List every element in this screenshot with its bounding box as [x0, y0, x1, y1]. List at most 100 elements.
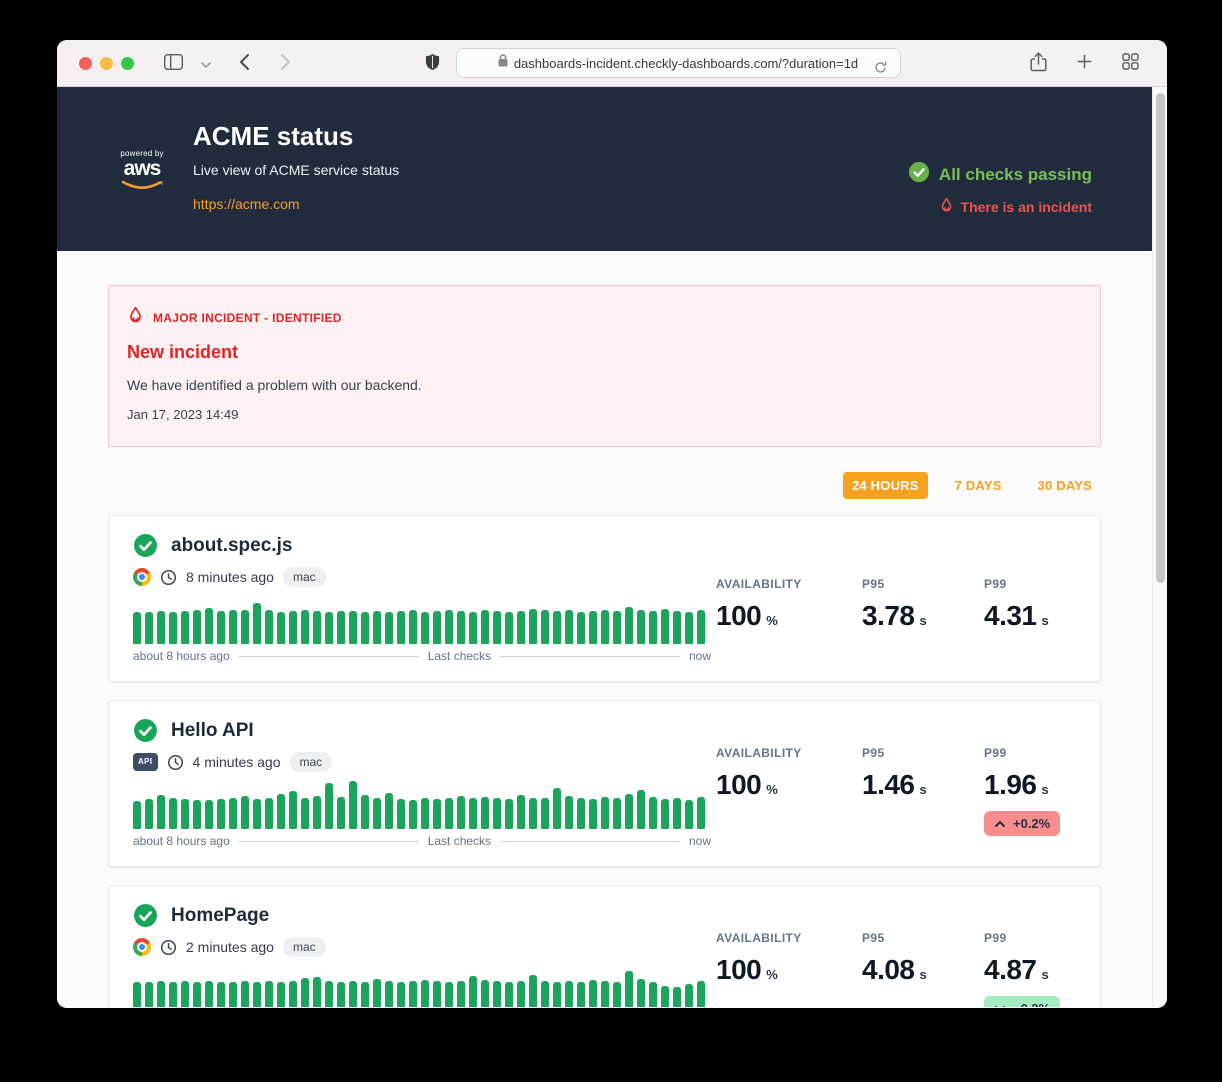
stat-p95-unit: s	[920, 782, 927, 797]
p99-delta-badge: −0.2%	[984, 996, 1060, 1007]
scrollbar-thumb[interactable]	[1156, 93, 1165, 583]
range-tab-30-days[interactable]: 30 DAYS	[1029, 472, 1101, 499]
check-stats: AVAILABILITY100%P953.78sP994.31s	[716, 577, 1076, 663]
chart-end-label: now	[689, 834, 711, 848]
check-result-bar	[145, 982, 153, 1007]
check-result-bar	[673, 987, 681, 1007]
forward-button[interactable]	[276, 49, 295, 78]
check-result-bar	[445, 982, 453, 1007]
stat-availability-value: 100	[716, 600, 761, 632]
stat-availability-value-row: 100%	[716, 769, 832, 801]
check-result-bar	[553, 788, 561, 829]
stat-p95-label: P95	[862, 577, 954, 591]
check-result-bar	[145, 612, 153, 644]
check-result-bar	[469, 798, 477, 829]
sidebar-menu-button[interactable]	[197, 52, 215, 75]
check-result-bar	[133, 982, 141, 1007]
back-button[interactable]	[235, 49, 254, 78]
tab-overview-button[interactable]	[1118, 49, 1143, 77]
stat-p99-value: 1.96	[984, 769, 1037, 801]
check-results-bar-chart	[133, 781, 711, 829]
all-checks-passing-status: All checks passing	[908, 161, 1092, 188]
check-result-bar	[373, 611, 381, 644]
stat-p99: P991.96s+0.2%	[984, 746, 1076, 848]
check-result-bar	[193, 610, 201, 644]
check-result-bar	[253, 603, 261, 644]
check-result-bar	[685, 984, 693, 1007]
share-button[interactable]	[1026, 48, 1051, 79]
reload-button[interactable]	[870, 57, 891, 81]
chrome-browser-icon	[133, 568, 151, 586]
check-result-bar	[505, 799, 513, 829]
grid-icon	[1122, 53, 1139, 73]
check-result-bar	[265, 798, 273, 829]
check-result-bar	[217, 611, 225, 644]
check-result-bar	[241, 981, 249, 1007]
check-result-bar	[325, 981, 333, 1007]
browser-toolbar: dashboards-incident.checkly-dashboards.c…	[57, 40, 1167, 87]
check-meta-row: 8 minutes agomac	[133, 567, 711, 587]
check-result-bar	[697, 610, 705, 644]
close-window-button[interactable]	[79, 57, 92, 70]
zoom-window-button[interactable]	[121, 57, 134, 70]
company-link[interactable]: https://acme.com	[193, 196, 300, 212]
new-tab-button[interactable]	[1073, 50, 1096, 76]
check-result-bar	[589, 611, 597, 644]
minimize-window-button[interactable]	[100, 57, 113, 70]
chevron-down-icon	[201, 56, 211, 71]
check-result-bar	[277, 794, 285, 829]
check-result-bar	[253, 799, 261, 829]
range-tab-24-hours[interactable]: 24 HOURS	[843, 472, 928, 499]
check-result-bar	[481, 610, 489, 644]
incident-indicator-label: There is an incident	[961, 199, 1092, 215]
range-tab-7-days[interactable]: 7 DAYS	[946, 472, 1011, 499]
stat-p99-unit: s	[1042, 613, 1049, 628]
check-result-bar	[481, 980, 489, 1007]
check-result-bar	[409, 610, 417, 644]
p99-delta-label: +0.2%	[1013, 816, 1050, 831]
sidebar-toggle-button[interactable]	[160, 50, 187, 77]
check-result-bar	[661, 986, 669, 1007]
check-result-bar	[433, 799, 441, 829]
flame-icon	[127, 306, 144, 330]
stat-availability-value-row: 100%	[716, 600, 832, 632]
location-badge: mac	[290, 752, 333, 772]
checks-list: about.spec.js8 minutes agomacabout 8 hou…	[108, 515, 1101, 1007]
check-result-bar	[265, 610, 273, 644]
check-result-bar	[229, 798, 237, 829]
check-result-bar	[637, 610, 645, 644]
location-badge: mac	[283, 567, 326, 587]
check-result-bar	[337, 797, 345, 829]
chart-end-label: now	[689, 649, 711, 663]
check-result-bar	[289, 981, 297, 1007]
aws-brand-label: aws	[117, 158, 167, 179]
aws-smile-icon	[120, 179, 164, 196]
check-result-bar	[253, 982, 261, 1007]
stat-availability-unit: %	[766, 782, 778, 797]
check-result-bar	[649, 611, 657, 644]
check-result-bar	[613, 982, 621, 1007]
stat-p99-value: 4.31	[984, 600, 1037, 632]
check-passing-icon	[133, 718, 158, 743]
check-result-bar	[337, 611, 345, 644]
incident-indicator-link[interactable]: There is an incident	[939, 197, 1092, 217]
check-result-bar	[301, 978, 309, 1007]
page-viewport: powered by aws ACME status Live view of …	[57, 87, 1167, 1007]
privacy-report-button[interactable]	[421, 49, 444, 78]
stat-p99-value-row: 4.87s	[984, 954, 1076, 986]
check-result-bar	[661, 799, 669, 829]
check-result-bar	[133, 801, 141, 829]
stat-p95: P953.78s	[862, 577, 954, 663]
check-result-bar	[649, 982, 657, 1007]
address-bar[interactable]: dashboards-incident.checkly-dashboards.c…	[456, 48, 901, 78]
stat-p95-value-row: 4.08s	[862, 954, 954, 986]
check-result-bar	[685, 612, 693, 644]
incident-timestamp: Jan 17, 2023 14:49	[127, 407, 1082, 422]
check-result-bar	[397, 611, 405, 644]
stat-p95-value: 1.46	[862, 769, 915, 801]
scrollbar-track[interactable]	[1152, 87, 1167, 1007]
check-result-bar	[157, 611, 165, 644]
stat-availability-label: AVAILABILITY	[716, 577, 832, 591]
check-result-bar	[637, 979, 645, 1007]
reload-icon	[874, 61, 887, 77]
